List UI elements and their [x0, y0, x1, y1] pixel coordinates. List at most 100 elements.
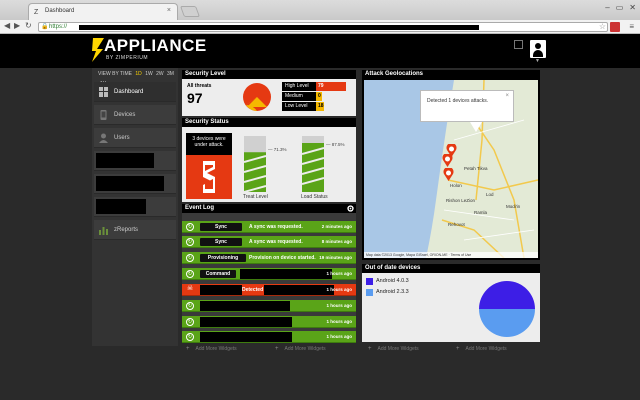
- event-row[interactable]: ↻ 1 hours ago: [182, 316, 356, 328]
- add-widget-button[interactable]: + Add More Widgets: [456, 346, 507, 352]
- map-place-label: Modi'in: [506, 204, 521, 209]
- attack-pin-icon[interactable]: [442, 154, 453, 167]
- time-option-2w[interactable]: 2W: [156, 71, 164, 77]
- event-tag: Sync: [200, 223, 242, 231]
- redacted-message: [240, 269, 332, 279]
- event-row[interactable]: ↻ Sync A sync was requested. 8 minutes a…: [182, 236, 356, 248]
- threat-level-gauge: [244, 136, 266, 192]
- time-option-3m[interactable]: 3M: [167, 71, 174, 77]
- event-row[interactable]: ↻ 1 hours ago: [182, 331, 356, 343]
- map-place-label: Rehovot: [448, 222, 465, 227]
- add-widget-button[interactable]: + Add More Widgets: [275, 346, 326, 352]
- sync-icon: ↻: [186, 270, 194, 278]
- new-tab-button[interactable]: [179, 6, 201, 17]
- pie-slice-android-233: [479, 309, 535, 337]
- add-widget-button[interactable]: + Add More Widgets: [368, 346, 419, 352]
- sidebar-item-label: Devices: [114, 112, 136, 118]
- time-option-1w[interactable]: 1W: [145, 71, 153, 77]
- minimize-icon[interactable]: –: [605, 3, 609, 12]
- event-time: 2 minutes ago: [321, 224, 352, 229]
- high-level-value: 79: [316, 82, 346, 91]
- out-of-date-pie-chart: [479, 281, 535, 337]
- browser-tab[interactable]: Z Dashboard ×: [28, 3, 178, 20]
- event-row-alert[interactable]: ☠ Detected 1 hours ago: [182, 284, 356, 296]
- event-row[interactable]: ↻ Sync A sync was requested. 2 minutes a…: [182, 221, 356, 233]
- sidebar-item-label: Users: [114, 135, 130, 141]
- avatar[interactable]: [530, 40, 546, 58]
- map-tooltip-text: Detected 1 devices attacks.: [427, 98, 489, 104]
- sidebar-item-dashboard[interactable]: Dashboard: [94, 82, 176, 102]
- close-tab-icon[interactable]: ×: [167, 7, 171, 14]
- event-tag: Provisioning: [200, 254, 246, 262]
- view-by-label: VIEW BY TIME: [98, 71, 132, 77]
- medium-level-label: Medium Level: [282, 92, 316, 108]
- close-window-icon[interactable]: ✕: [629, 3, 636, 12]
- extension-icon[interactable]: [610, 22, 620, 32]
- sync-icon: ↻: [186, 238, 194, 246]
- high-level-label: High Level: [282, 82, 316, 91]
- url-prefix: https://: [49, 24, 68, 30]
- attack-alert-graphic: [186, 155, 232, 199]
- view-by-time: VIEW BY TIME 1D 1W 2W 3M 1Y: [92, 69, 178, 87]
- tooltip-arrow: [470, 122, 482, 132]
- sidebar-item-users[interactable]: Users: [94, 128, 176, 148]
- chevron-down-icon[interactable]: ▼: [535, 58, 540, 64]
- close-icon[interactable]: ×: [505, 93, 509, 99]
- pie-slice-android-403: [479, 281, 535, 309]
- redacted-label: [96, 176, 164, 191]
- all-threats-label: All threats: [187, 83, 212, 89]
- event-message: A sync was requested.: [249, 224, 303, 230]
- users-icon: [99, 133, 108, 143]
- threat-level-label: Treat Level: [243, 194, 268, 200]
- back-icon[interactable]: ◀: [4, 21, 10, 30]
- bookmark-star-icon[interactable]: ☆: [599, 22, 606, 31]
- event-row[interactable]: ↻ Command 1 hours ago: [182, 268, 356, 280]
- redacted-tag: [200, 285, 242, 295]
- event-row[interactable]: ↻ 1 hours ago: [182, 300, 356, 312]
- redacted-message: [200, 301, 290, 311]
- plus-icon: +: [368, 346, 372, 352]
- all-threats-count: 97: [187, 90, 203, 106]
- threat-pie-chart: [243, 83, 271, 111]
- favicon-icon: Z: [34, 9, 39, 16]
- map-place-label: Ramla: [474, 210, 488, 215]
- forward-icon[interactable]: ▶: [14, 21, 20, 30]
- reload-icon[interactable]: ↻: [25, 21, 32, 30]
- tab-title: Dashboard: [45, 8, 75, 14]
- event-time: 1 hours ago: [326, 271, 352, 276]
- logo-subtitle: BY ZIMPERIUM: [106, 55, 149, 61]
- time-option-1d[interactable]: 1D: [135, 71, 141, 77]
- url-redacted: [79, 25, 479, 30]
- browser-tabstrip: Z Dashboard × – ▭ ✕: [0, 0, 640, 20]
- add-widget-button[interactable]: + Add More Widgets: [186, 346, 237, 352]
- threat-level-percent: — 71.3%: [268, 147, 287, 152]
- bar-chart-icon: [99, 227, 108, 235]
- event-message: A sync was requested.: [249, 239, 303, 245]
- sidebar-item-devices[interactable]: Devices: [94, 105, 176, 125]
- event-message: Provision on device started.: [249, 255, 316, 261]
- panel-title: Security Status: [182, 118, 356, 127]
- legend-item: Android 4.0.3: [366, 277, 409, 286]
- expand-icon[interactable]: [514, 40, 523, 49]
- redacted-label: [96, 199, 146, 214]
- dashboard-grid-icon: [99, 87, 108, 97]
- load-status-percent: — 87.5%: [326, 142, 345, 147]
- panel-title: Out of date devices: [362, 264, 540, 273]
- sync-icon: ↻: [186, 223, 194, 231]
- sidebar-item-zreports[interactable]: zReports: [94, 220, 176, 240]
- sync-icon: ↻: [186, 254, 194, 262]
- event-row[interactable]: ↻ Provisioning Provision on device start…: [182, 252, 356, 264]
- gear-icon[interactable]: [347, 205, 354, 212]
- map-place-label: Lod: [486, 192, 494, 197]
- address-bar[interactable]: 🔒 https://: [38, 22, 608, 32]
- browser-menu-icon[interactable]: ≡: [629, 22, 634, 31]
- maximize-icon[interactable]: ▭: [616, 3, 624, 12]
- panel-title: Security Level: [182, 70, 356, 79]
- event-time: 1 hours ago: [326, 334, 352, 339]
- medium-level-value: 0: [316, 92, 322, 101]
- sidebar-item-label: Dashboard: [114, 89, 144, 95]
- logo-bolt-icon: [92, 38, 104, 62]
- event-tag: Command: [200, 270, 236, 278]
- legend-item: Android 2.3.3: [366, 288, 409, 297]
- attack-pin-icon[interactable]: [443, 168, 454, 181]
